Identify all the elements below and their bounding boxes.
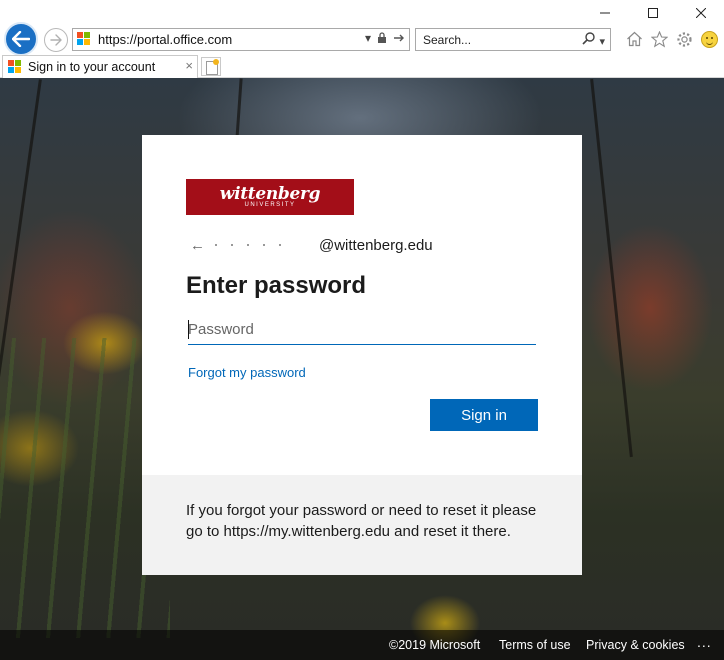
address-bar[interactable]: https://portal.office.com ▾ <box>72 28 410 51</box>
settings-gear-icon[interactable] <box>674 29 694 49</box>
back-icon <box>12 31 30 47</box>
search-box[interactable]: Search... ▾ <box>415 28 611 51</box>
tab-close-icon[interactable]: × <box>185 58 193 73</box>
navigation-bar: https://portal.office.com ▾ Search... ▾ <box>0 20 724 58</box>
privacy-cookies-link[interactable]: Privacy & cookies <box>586 638 685 652</box>
account-email: @wittenberg.edu <box>319 236 433 254</box>
forward-button[interactable] <box>44 28 68 52</box>
more-options-icon[interactable]: ... <box>697 634 712 650</box>
tab-title: Sign in to your account <box>28 60 156 74</box>
tab-favicon-icon <box>8 60 22 74</box>
help-panel: If you forgot your password or need to r… <box>142 475 582 575</box>
text-caret <box>188 320 189 339</box>
maximize-icon <box>648 8 658 18</box>
search-placeholder: Search... <box>423 33 472 47</box>
dropdown-chevron-icon[interactable]: ▾ <box>365 31 371 45</box>
minimize-icon <box>600 12 610 14</box>
forward-icon <box>50 34 62 46</box>
tab-strip: Sign in to your account × <box>0 55 724 78</box>
wittenberg-logo: wittenberg UNIVERSITY <box>186 179 354 215</box>
password-field[interactable] <box>188 315 536 345</box>
masked-username <box>215 244 301 246</box>
close-icon <box>696 8 706 18</box>
background-tree <box>590 78 633 458</box>
feedback-smiley-icon[interactable] <box>699 29 719 49</box>
search-icon[interactable] <box>582 31 596 45</box>
lock-icon[interactable] <box>377 32 387 44</box>
refresh-icon[interactable] <box>393 33 405 43</box>
page-footer: ©2019 Microsoft Terms of use Privacy & c… <box>0 630 724 660</box>
copyright-text: ©2019 Microsoft <box>389 638 481 652</box>
sign-in-card: wittenberg UNIVERSITY ← @wittenberg.edu … <box>142 135 582 575</box>
back-arrow-icon[interactable]: ← <box>190 237 205 254</box>
page-background: wittenberg UNIVERSITY ← @wittenberg.edu … <box>0 78 724 660</box>
account-identity: ← @wittenberg.edu <box>190 235 433 255</box>
sign-in-button[interactable]: Sign in <box>430 399 538 431</box>
url-text[interactable]: https://portal.office.com <box>98 32 232 47</box>
page-title: Enter password <box>186 272 367 299</box>
background-tree <box>0 79 42 377</box>
password-input[interactable] <box>188 315 536 344</box>
terms-of-use-link[interactable]: Terms of use <box>499 638 571 652</box>
favorites-star-icon[interactable] <box>649 29 669 49</box>
search-dropdown-chevron-icon[interactable]: ▾ <box>599 36 605 48</box>
home-icon[interactable] <box>624 29 644 49</box>
help-text: If you forgot your password or need to r… <box>186 502 537 540</box>
forgot-password-link[interactable]: Forgot my password <box>188 365 306 380</box>
back-button[interactable] <box>4 22 38 56</box>
microsoft-logo-icon <box>77 32 91 46</box>
new-tab-icon[interactable] <box>201 57 221 76</box>
tab-sign-in[interactable]: Sign in to your account × <box>2 55 198 78</box>
